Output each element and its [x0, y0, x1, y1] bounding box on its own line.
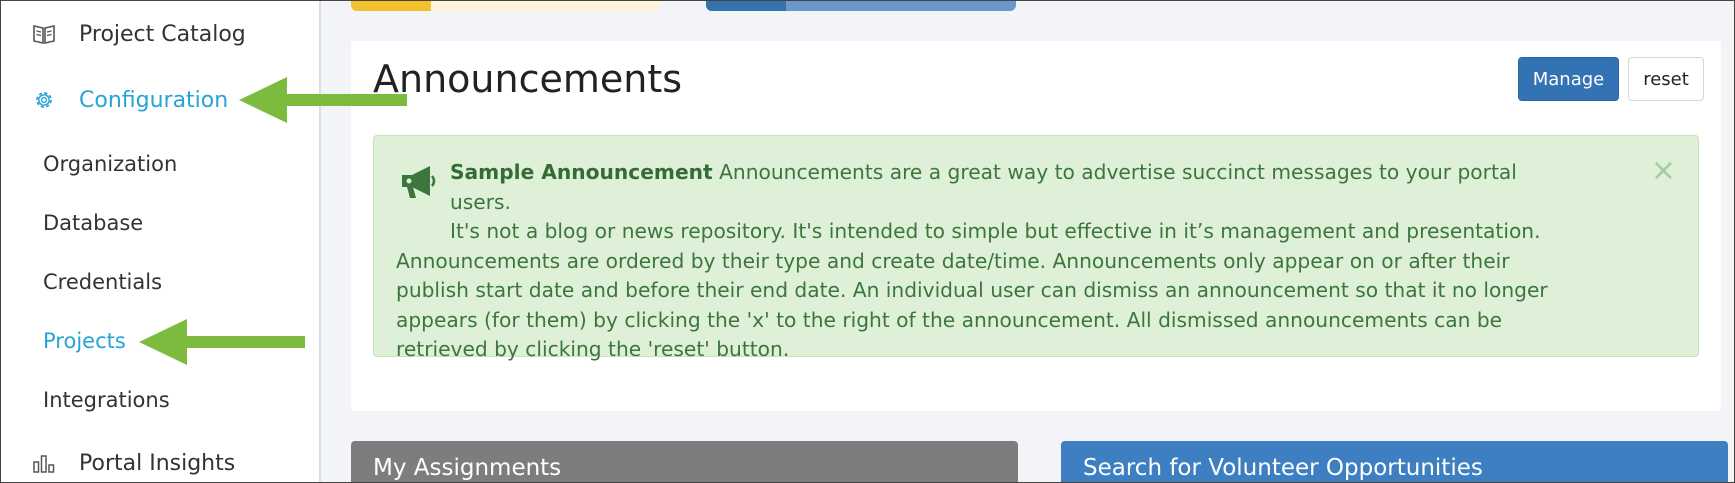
- arrow-annotation-icon: [239, 77, 407, 123]
- close-icon[interactable]: ×: [1651, 156, 1676, 186]
- announcement-line-2: It's not a blog or news repository. It's…: [450, 219, 1541, 243]
- panel-title: Search for Volunteer Opportunities: [1083, 455, 1483, 481]
- sidebar-item-configuration[interactable]: Configuration: [31, 87, 228, 113]
- announcement-body: Sample Announcement Announcements are a …: [396, 158, 1576, 365]
- panel-title: My Assignments: [373, 455, 562, 481]
- volunteer-opportunities-panel[interactable]: Search for Volunteer Opportunities: [1061, 441, 1728, 482]
- sidebar-subitem-database[interactable]: Database: [43, 211, 143, 235]
- announcement-rest: Announcements are ordered by their type …: [396, 248, 1548, 362]
- gear-icon: [31, 87, 57, 113]
- sidebar-item-label: Portal Insights: [79, 450, 236, 476]
- bar-chart-icon: [31, 450, 57, 476]
- stat-card-yellow: [351, 1, 661, 11]
- sidebar-subitem-integrations[interactable]: Integrations: [43, 388, 170, 412]
- app-window: Project Catalog Configuration Organizati…: [0, 0, 1735, 483]
- arrow-annotation-icon: [139, 319, 305, 365]
- stat-card-blue: [706, 1, 1016, 11]
- my-assignments-panel[interactable]: My Assignments: [351, 441, 1018, 482]
- sidebar-subitem-credentials[interactable]: Credentials: [43, 270, 162, 294]
- sidebar-subitem-organization[interactable]: Organization: [43, 152, 177, 176]
- announcements-card: Announcements Manage reset Sample Announ…: [351, 41, 1721, 411]
- page-title: Announcements: [373, 57, 683, 101]
- reset-button[interactable]: reset: [1628, 57, 1704, 101]
- announcement-heading: Sample Announcement: [450, 160, 713, 184]
- manage-button[interactable]: Manage: [1518, 57, 1619, 101]
- announcement-alert: Sample Announcement Announcements are a …: [373, 135, 1699, 361]
- sidebar-item-label: Project Catalog: [79, 21, 246, 47]
- sidebar: Project Catalog Configuration Organizati…: [1, 1, 321, 482]
- sidebar-item-label: Configuration: [79, 87, 229, 113]
- sidebar-subitem-projects[interactable]: Projects: [43, 329, 126, 353]
- book-icon: [31, 21, 57, 47]
- sidebar-item-portal-insights[interactable]: Portal Insights: [31, 450, 235, 476]
- main-content: Announcements Manage reset Sample Announ…: [321, 1, 1734, 482]
- sidebar-item-project-catalog[interactable]: Project Catalog: [31, 21, 246, 47]
